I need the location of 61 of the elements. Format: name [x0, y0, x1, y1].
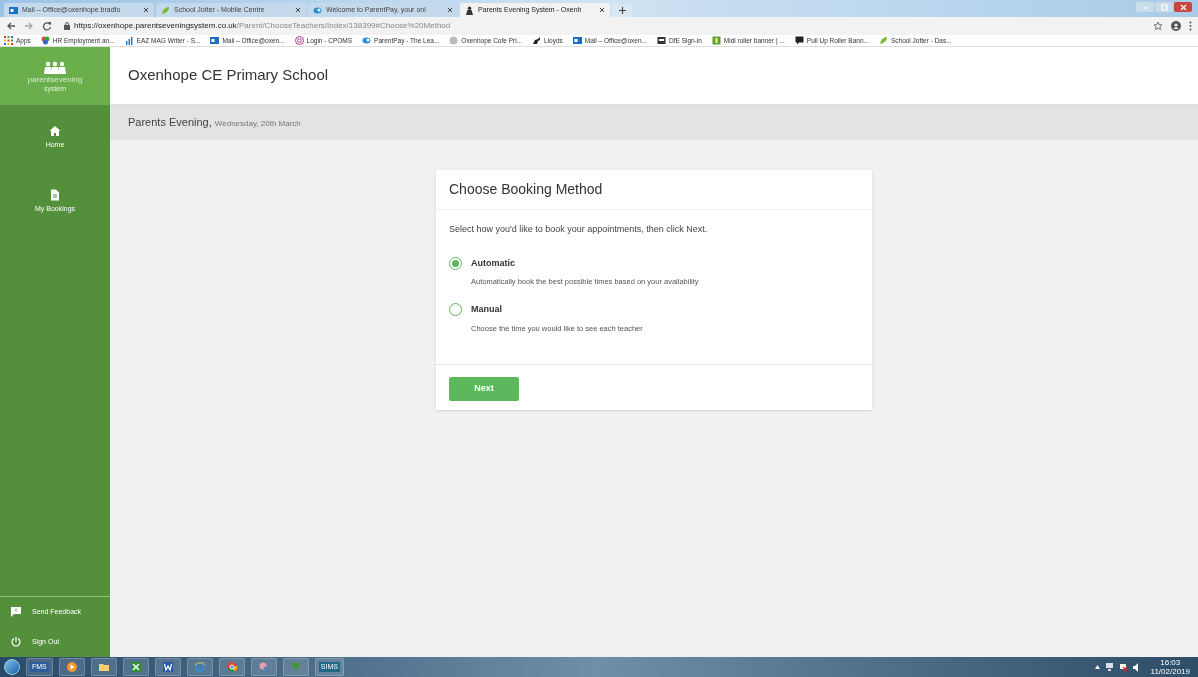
lock-icon: [64, 22, 70, 30]
maximize-icon: [1159, 2, 1169, 12]
apps-grid-icon: [4, 36, 13, 45]
circle-icon: [449, 36, 459, 45]
option-label[interactable]: Manual: [471, 303, 643, 317]
network-icon[interactable]: [1104, 663, 1114, 671]
instructions: Select how you'd like to book your appointments, then click Next.: [449, 223, 709, 236]
close-icon[interactable]: [599, 7, 605, 13]
mail-icon: [9, 5, 18, 15]
home-icon: [49, 125, 61, 137]
close-icon[interactable]: [447, 7, 453, 13]
magnifier-icon: [257, 661, 270, 673]
power-icon: [10, 636, 22, 648]
tray-arrow-icon[interactable]: [1094, 665, 1100, 669]
close-icon[interactable]: [143, 7, 149, 13]
close-icon[interactable]: [295, 7, 301, 13]
circles-icon: [40, 36, 50, 45]
star-icon[interactable]: [1153, 21, 1163, 31]
folder-icon: [97, 661, 110, 673]
speaker-icon[interactable]: [1132, 662, 1141, 672]
profile-icon[interactable]: [1171, 21, 1181, 31]
play-icon: [65, 661, 78, 673]
start-button[interactable]: [4, 659, 20, 675]
event-title: Parents Evening, Wednesday, 20th March: [128, 115, 301, 131]
back-icon[interactable]: [6, 21, 16, 31]
square-icon: [711, 36, 721, 45]
app-button[interactable]: [250, 658, 277, 676]
cloud-icon: [313, 5, 322, 15]
close-button[interactable]: [1174, 2, 1192, 12]
horse-icon: [532, 36, 542, 45]
flag-icon[interactable]: [1118, 662, 1128, 672]
chat-icon: [794, 36, 804, 45]
new-tab-button[interactable]: [612, 4, 632, 17]
chrome-icon: [225, 661, 238, 673]
person-icon: [465, 5, 474, 15]
document-icon: [49, 188, 61, 201]
spreadsheet-icon: [129, 661, 142, 673]
leaf-icon: [161, 5, 170, 15]
people-logo-icon: [43, 60, 67, 75]
feedback-icon: [10, 606, 22, 618]
word-button[interactable]: [154, 658, 181, 676]
plus-icon: [618, 7, 626, 14]
logo-name: parentsevening: [27, 75, 83, 84]
leaf-icon: [878, 36, 888, 45]
clock[interactable]: 16:03 11/02/2019: [1146, 658, 1194, 676]
bar-chart-icon: [124, 36, 134, 45]
menu-icon[interactable]: [1189, 21, 1192, 31]
option-label[interactable]: Automatic: [471, 256, 699, 270]
school-name: Oxenhope CE Primary School: [128, 65, 329, 86]
e-globe-icon: [193, 661, 206, 673]
target-icon: [294, 36, 304, 45]
reload-icon[interactable]: [42, 21, 52, 31]
media-player-button[interactable]: [58, 658, 85, 676]
excel-button[interactable]: [122, 658, 149, 676]
chrome-button[interactable]: [218, 658, 245, 676]
triangle-icon: [289, 661, 302, 673]
folder-button[interactable]: [90, 658, 117, 676]
close-icon: [1178, 2, 1188, 12]
url-text: https://oxenhope.parentseveningsystem.co.uk/Parent/ChooseTeachers/Index/138399#Choose%20Method: [74, 20, 451, 32]
card-title: Choose Booking Method: [449, 180, 603, 199]
document-w-icon: [161, 661, 174, 673]
